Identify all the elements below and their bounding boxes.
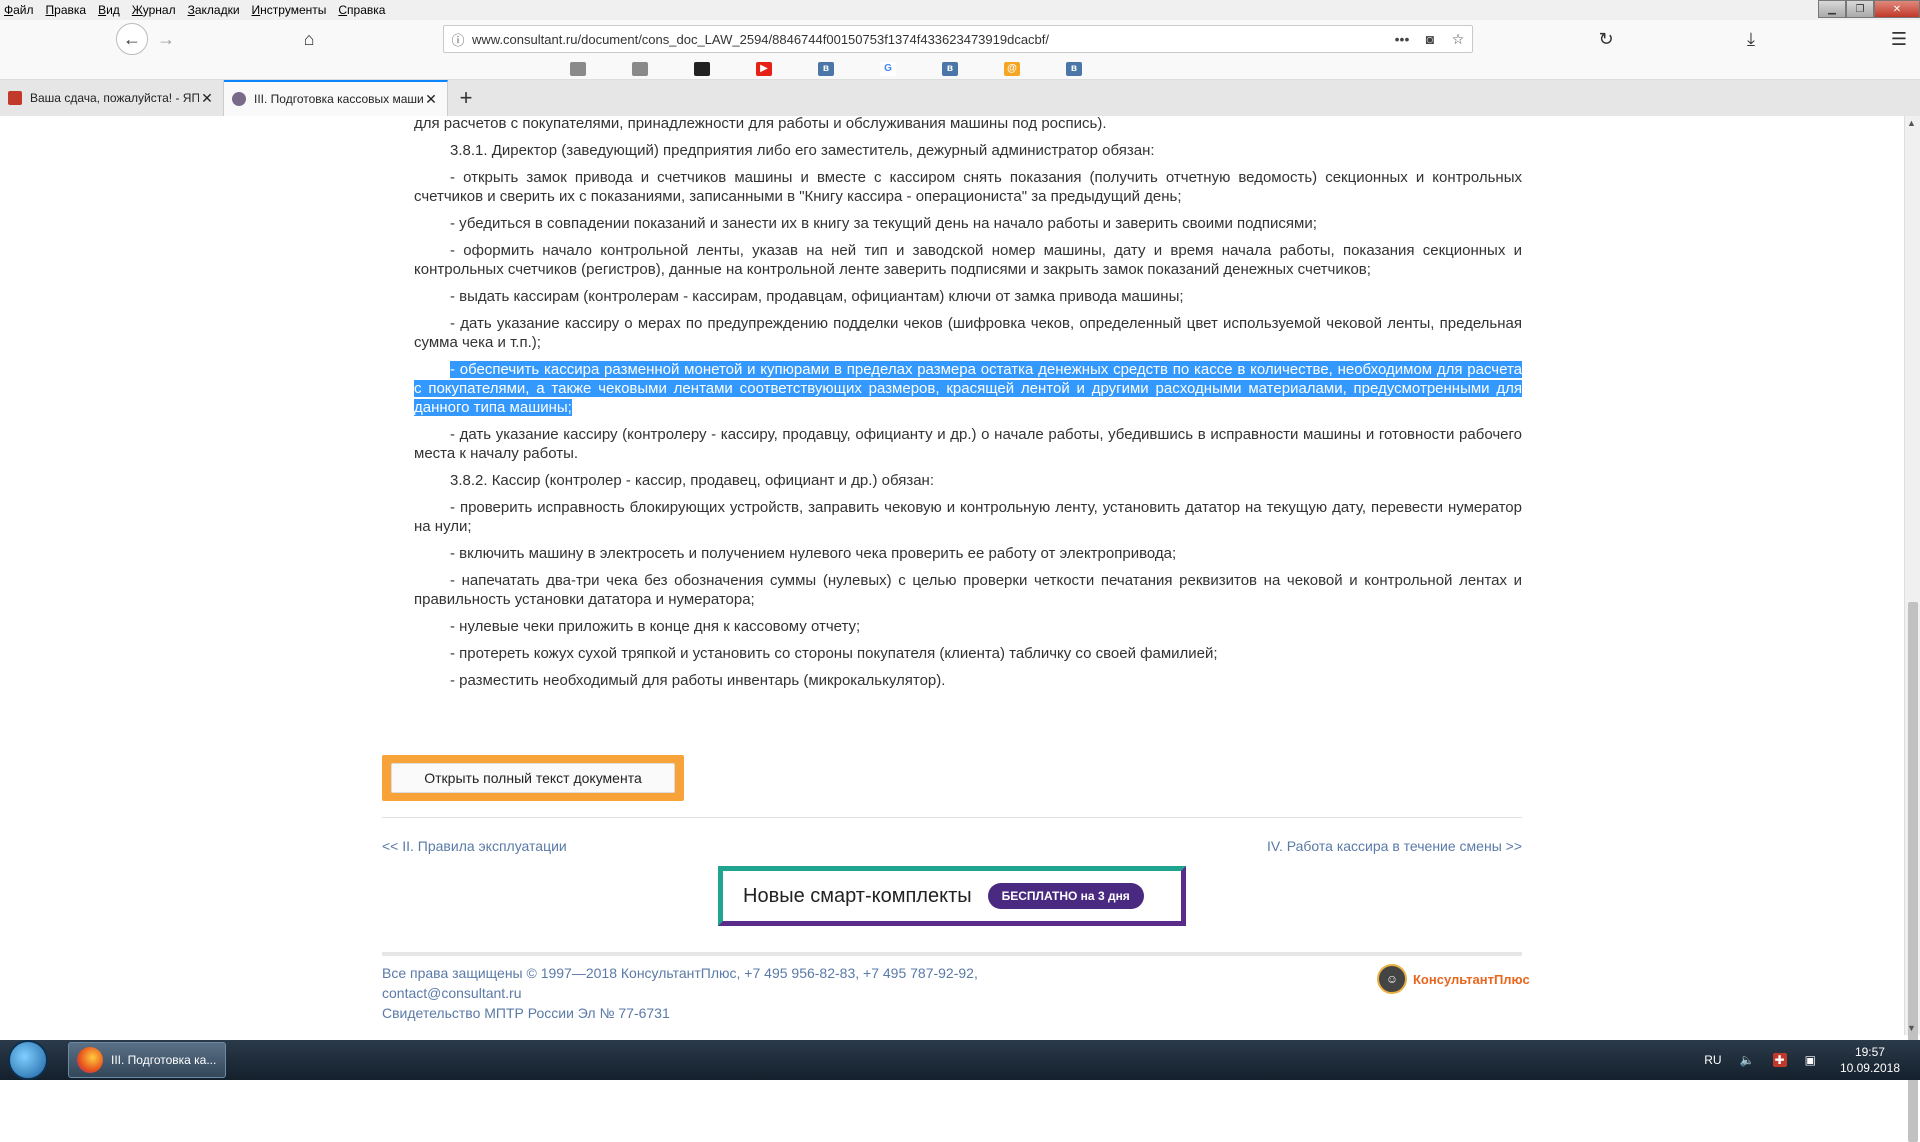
- window-controls: ▁ ❐ ✕: [1818, 0, 1920, 18]
- scroll-up-icon[interactable]: ▲: [1907, 118, 1916, 128]
- paragraph: - открыть замок привода и счетчиков маши…: [414, 169, 1522, 205]
- tab-label: III. Подготовка кассовых маши: [254, 92, 423, 106]
- menu-help[interactable]: Справка: [338, 3, 385, 17]
- open-document-frame: Открыть полный текст документа: [382, 755, 684, 801]
- close-window-button[interactable]: ✕: [1874, 0, 1920, 18]
- paragraph: - дать указание кассиру (контролеру - ка…: [414, 426, 1522, 462]
- bookmark-dark-icon[interactable]: [694, 61, 710, 76]
- navigation-toolbar: ← → ⌂ ⓘ www.consultant.ru/document/cons_…: [0, 20, 1920, 58]
- vk-icon[interactable]: в: [818, 61, 834, 76]
- bookmarks-toolbar: ▶ в G в @ в: [0, 58, 1920, 80]
- paragraph: - нулевые чеки приложить в конце дня к к…: [450, 618, 861, 635]
- taskbar-firefox-item[interactable]: III. Подготовка ка...: [68, 1042, 226, 1078]
- reload-button[interactable]: ↻: [1590, 23, 1622, 55]
- selected-paragraph: - обеспечить кассира разменной монетой и…: [414, 360, 1522, 417]
- forward-button[interactable]: →: [150, 23, 182, 55]
- vk-icon[interactable]: в: [1066, 61, 1082, 76]
- menu-file[interactable]: Файл: [4, 3, 34, 17]
- contact-email-link[interactable]: contact@consultant.ru: [382, 983, 522, 1003]
- menu-bookmarks[interactable]: Закладки: [188, 3, 240, 17]
- clock-time: 19:57: [1854, 1045, 1885, 1059]
- promo-banner[interactable]: Новые смарт-комплекты БЕСПЛАТНО на 3 дня: [718, 866, 1186, 926]
- vk-icon[interactable]: в: [942, 61, 958, 76]
- paragraph: - напечатать два-три чека без обозначени…: [414, 572, 1522, 608]
- menu-edit[interactable]: Правка: [46, 3, 87, 17]
- close-tab-icon[interactable]: ✕: [199, 90, 215, 107]
- paragraph: - проверить исправность блокирующих устр…: [414, 499, 1522, 535]
- consultant-logo[interactable]: ☺ КонсультантПлюс: [1377, 964, 1530, 994]
- scroll-down-icon[interactable]: ▼: [1907, 1023, 1916, 1033]
- document-text: для расчетов с покупателями, принадлежно…: [414, 116, 1522, 698]
- tab-yaplakal[interactable]: Ваша сдача, пожалуйста! - ЯПл ✕: [0, 80, 224, 116]
- network-icon[interactable]: ▣: [1805, 1053, 1816, 1067]
- close-tab-icon[interactable]: ✕: [423, 91, 439, 108]
- minimize-button[interactable]: ▁: [1818, 0, 1846, 18]
- pocket-icon[interactable]: ◙: [1416, 31, 1444, 47]
- menu-history[interactable]: Журнал: [132, 3, 176, 17]
- address-bar[interactable]: ⓘ www.consultant.ru/document/cons_doc_LA…: [443, 25, 1473, 53]
- paragraph: 3.8.2. Кассир (контролер - кассир, прода…: [450, 472, 935, 489]
- vertical-scrollbar[interactable]: ▲ ▼: [1904, 116, 1920, 1142]
- consultant-favicon-icon: [232, 92, 246, 106]
- url-text[interactable]: www.consultant.ru/document/cons_doc_LAW_…: [472, 32, 1388, 47]
- menu-hamburger-icon[interactable]: ☰: [1883, 23, 1915, 55]
- tab-label: Ваша сдача, пожалуйста! - ЯПл: [30, 91, 199, 105]
- site-favicon-icon: [8, 91, 22, 105]
- next-section-link[interactable]: IV. Работа кассира в течение смены >>: [1267, 838, 1522, 854]
- mail-icon[interactable]: @: [1004, 61, 1020, 76]
- logo-badge-icon: ☺: [1377, 964, 1407, 994]
- text-selection[interactable]: - обеспечить кассира разменной монетой и…: [414, 361, 1522, 416]
- youtube-icon[interactable]: ▶: [756, 61, 772, 76]
- windows-taskbar: III. Подготовка ка... RU 🔈 ✚ ▣ 19:57 10.…: [0, 1040, 1920, 1080]
- copyright-text: Все права защищены © 1997—2018 Консульта…: [382, 965, 978, 981]
- firefox-icon: [77, 1047, 103, 1073]
- folder-icon[interactable]: [632, 61, 648, 76]
- google-icon[interactable]: G: [880, 61, 896, 76]
- page-content: для расчетов с покупателями, принадлежно…: [0, 116, 1904, 1035]
- tab-consultant[interactable]: III. Подготовка кассовых маши ✕: [224, 80, 448, 116]
- folder-icon[interactable]: [570, 61, 586, 76]
- prev-section-link[interactable]: << II. Правила эксплуатации: [382, 838, 567, 854]
- download-button[interactable]: ⤓: [1735, 23, 1767, 55]
- paragraph: - разместить необходимый для работы инве…: [450, 672, 946, 689]
- paragraph: - выдать кассирам (контролерам - кассира…: [450, 288, 1184, 305]
- system-tray: RU 🔈 ✚ ▣ 19:57 10.09.2018: [1686, 1040, 1900, 1080]
- taskbar-item-label: III. Подготовка ка...: [111, 1053, 217, 1067]
- banner-pill[interactable]: БЕСПЛАТНО на 3 дня: [987, 883, 1144, 909]
- language-indicator[interactable]: RU: [1704, 1053, 1721, 1067]
- open-full-text-button[interactable]: Открыть полный текст документа: [391, 763, 675, 793]
- bookmark-star-icon[interactable]: ☆: [1444, 31, 1472, 48]
- paragraph: 3.8.1. Директор (заведующий) предприятия…: [450, 142, 1155, 159]
- antivirus-icon[interactable]: ✚: [1772, 1053, 1787, 1067]
- maximize-button[interactable]: ❐: [1846, 0, 1874, 18]
- paragraph: - убедиться в совпадении показаний и зан…: [450, 215, 1317, 232]
- home-button[interactable]: ⌂: [293, 23, 325, 55]
- paragraph: - дать указание кассиру о мерах по преду…: [414, 315, 1522, 351]
- divider: [382, 817, 1522, 818]
- paragraph: - включить машину в электросеть и получе…: [450, 545, 1177, 562]
- paragraph: - оформить начало контрольной ленты, ука…: [414, 242, 1522, 278]
- tab-strip: Ваша сдача, пожалуйста! - ЯПл ✕ III. Под…: [0, 80, 1920, 116]
- start-button[interactable]: [8, 1040, 48, 1080]
- menu-view[interactable]: Вид: [98, 3, 120, 17]
- info-icon[interactable]: ⓘ: [444, 30, 472, 49]
- paragraph: - протереть кожух сухой тряпкой и устано…: [450, 645, 1218, 662]
- clock-date: 10.09.2018: [1839, 1061, 1900, 1075]
- new-tab-button[interactable]: +: [448, 80, 484, 116]
- volume-icon[interactable]: 🔈: [1740, 1053, 1755, 1067]
- license-text: Свидетельство МПТР России Эл № 77-6731: [382, 1005, 670, 1021]
- menu-bar: Файл Правка Вид Журнал Закладки Инструме…: [0, 0, 1920, 20]
- clock[interactable]: 19:57 10.09.2018: [1840, 1044, 1900, 1076]
- footer-divider: [382, 952, 1522, 956]
- logo-text: КонсультантПлюс: [1413, 971, 1530, 987]
- more-actions-icon[interactable]: •••: [1388, 31, 1416, 47]
- back-button[interactable]: ←: [116, 23, 148, 55]
- menu-tools[interactable]: Инструменты: [252, 3, 327, 17]
- paragraph: для расчетов с покупателями, принадлежно…: [414, 116, 1107, 132]
- banner-text: Новые смарт-комплекты: [743, 884, 972, 907]
